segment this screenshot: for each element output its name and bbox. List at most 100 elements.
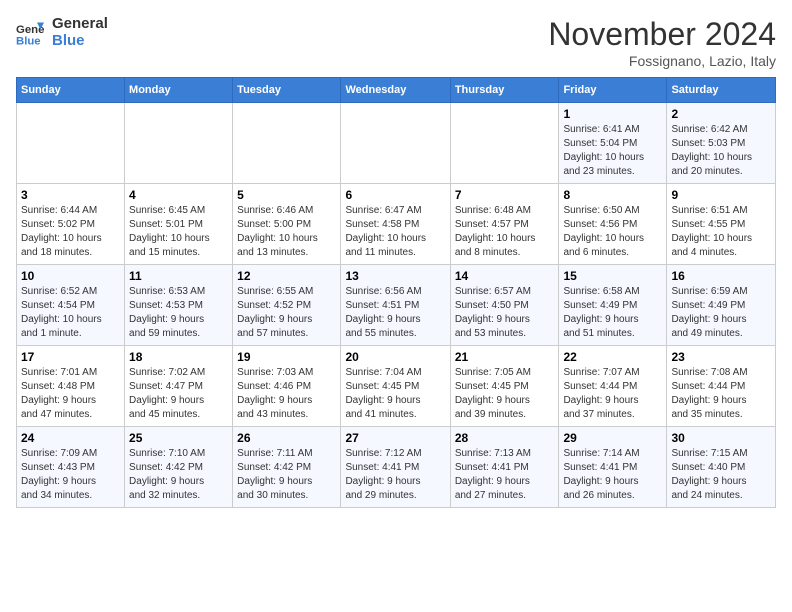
day-info: Sunrise: 6:59 AMSunset: 4:49 PMDaylight:…	[671, 285, 771, 341]
calendar-header: SundayMondayTuesdayWednesdayThursdayFrid…	[17, 78, 776, 103]
day-cell: 16Sunrise: 6:59 AMSunset: 4:49 PMDayligh…	[667, 265, 776, 346]
day-info: Sunrise: 6:46 AMSunset: 5:00 PMDaylight:…	[237, 204, 336, 260]
day-cell: 17Sunrise: 7:01 AMSunset: 4:48 PMDayligh…	[17, 346, 125, 427]
day-cell	[125, 103, 233, 184]
day-cell: 11 Sunrise: 6:53 AMSunset: 4:53 PMDayligh…	[125, 265, 233, 346]
day-info: Sunrise: 6:47 AMSunset: 4:58 PMDaylight:…	[345, 204, 445, 260]
day-info: Sunrise: 6:58 AMSunset: 4:49 PMDaylight:…	[563, 285, 662, 341]
day-number: 24	[21, 431, 120, 445]
day-info: Sunrise: 6:44 AMSunset: 5:02 PMDaylight:…	[21, 204, 120, 260]
day-cell: 20 Sunrise: 7:04 AMSunset: 4:45 PMDayligh…	[341, 346, 450, 427]
day-cell: 5 Sunrise: 6:46 AMSunset: 5:00 PMDaylight…	[233, 184, 341, 265]
weekday-header-monday: Monday	[125, 78, 233, 103]
day-cell: 6 Sunrise: 6:47 AMSunset: 4:58 PMDaylight…	[341, 184, 450, 265]
day-number: 30	[671, 431, 771, 445]
day-number: 4	[129, 188, 228, 202]
day-number: 27	[345, 431, 445, 445]
day-number: 11	[129, 269, 228, 283]
day-number: 5	[237, 188, 336, 202]
day-info: Sunrise: 6:41 AMSunset: 5:04 PMDaylight:…	[563, 123, 662, 179]
day-number: 12	[237, 269, 336, 283]
day-cell: 26Sunrise: 7:11 AMSunset: 4:42 PMDayligh…	[233, 427, 341, 508]
day-info: Sunrise: 6:52 AMSunset: 4:54 PMDaylight:…	[21, 285, 120, 341]
weekday-header-thursday: Thursday	[450, 78, 559, 103]
weekday-header-tuesday: Tuesday	[233, 78, 341, 103]
day-info: Sunrise: 7:05 AMSunset: 4:45 PMDaylight:…	[455, 366, 555, 422]
day-cell: 7 Sunrise: 6:48 AMSunset: 4:57 PMDaylight…	[450, 184, 559, 265]
day-cell	[450, 103, 559, 184]
day-cell: 25 Sunrise: 7:10 AMSunset: 4:42 PMDayligh…	[125, 427, 233, 508]
day-cell: 1 Sunrise: 6:41 AMSunset: 5:04 PMDaylight…	[559, 103, 667, 184]
day-number: 23	[671, 350, 771, 364]
day-cell	[341, 103, 450, 184]
day-info: Sunrise: 7:09 AMSunset: 4:43 PMDaylight:…	[21, 447, 120, 503]
logo: General Blue General Blue	[16, 16, 108, 49]
day-cell: 9 Sunrise: 6:51 AMSunset: 4:55 PMDaylight…	[667, 184, 776, 265]
day-number: 22	[563, 350, 662, 364]
day-number: 19	[237, 350, 336, 364]
day-number: 10	[21, 269, 120, 283]
day-info: Sunrise: 6:42 AMSunset: 5:03 PMDaylight:…	[671, 123, 771, 179]
day-cell: 12 Sunrise: 6:55 AMSunset: 4:52 PMDayligh…	[233, 265, 341, 346]
day-number: 15	[563, 269, 662, 283]
day-cell: 19 Sunrise: 7:03 AMSunset: 4:46 PMDayligh…	[233, 346, 341, 427]
day-number: 21	[455, 350, 555, 364]
day-info: Sunrise: 7:01 AMSunset: 4:48 PMDaylight:…	[21, 366, 120, 422]
day-cell: 28 Sunrise: 7:13 AMSunset: 4:41 PMDayligh…	[450, 427, 559, 508]
svg-text:Blue: Blue	[16, 35, 41, 47]
day-cell: 4Sunrise: 6:45 AMSunset: 5:01 PMDaylight…	[125, 184, 233, 265]
week-row-3: 10 Sunrise: 6:52 AMSunset: 4:54 PMDayligh…	[17, 265, 776, 346]
month-title: November 2024	[548, 16, 776, 53]
page-header: General Blue General Blue November 2024 …	[16, 16, 776, 69]
day-cell: 15 Sunrise: 6:58 AMSunset: 4:49 PMDayligh…	[559, 265, 667, 346]
day-number: 7	[455, 188, 555, 202]
day-cell	[233, 103, 341, 184]
day-info: Sunrise: 7:10 AMSunset: 4:42 PMDaylight:…	[129, 447, 228, 503]
day-info: Sunrise: 7:08 AMSunset: 4:44 PMDaylight:…	[671, 366, 771, 422]
day-cell: 24 Sunrise: 7:09 AMSunset: 4:43 PMDayligh…	[17, 427, 125, 508]
day-number: 13	[345, 269, 445, 283]
day-info: Sunrise: 6:50 AMSunset: 4:56 PMDaylight:…	[563, 204, 662, 260]
day-info: Sunrise: 6:55 AMSunset: 4:52 PMDaylight:…	[237, 285, 336, 341]
day-number: 1	[563, 107, 662, 121]
weekday-header-wednesday: Wednesday	[341, 78, 450, 103]
day-info: Sunrise: 7:14 AMSunset: 4:41 PMDaylight:…	[563, 447, 662, 503]
day-cell: 22Sunrise: 7:07 AMSunset: 4:44 PMDayligh…	[559, 346, 667, 427]
day-info: Sunrise: 6:48 AMSunset: 4:57 PMDaylight:…	[455, 204, 555, 260]
day-number: 28	[455, 431, 555, 445]
day-cell	[17, 103, 125, 184]
calendar-table: SundayMondayTuesdayWednesdayThursdayFrid…	[16, 77, 776, 508]
day-number: 9	[671, 188, 771, 202]
day-info: Sunrise: 7:13 AMSunset: 4:41 PMDaylight:…	[455, 447, 555, 503]
day-number: 8	[563, 188, 662, 202]
day-info: Sunrise: 7:02 AMSunset: 4:47 PMDaylight:…	[129, 366, 228, 422]
day-info: Sunrise: 7:03 AMSunset: 4:46 PMDaylight:…	[237, 366, 336, 422]
day-cell: 10 Sunrise: 6:52 AMSunset: 4:54 PMDayligh…	[17, 265, 125, 346]
location: Fossignano, Lazio, Italy	[548, 53, 776, 69]
day-number: 20	[345, 350, 445, 364]
week-row-4: 17Sunrise: 7:01 AMSunset: 4:48 PMDayligh…	[17, 346, 776, 427]
day-cell: 27Sunrise: 7:12 AMSunset: 4:41 PMDayligh…	[341, 427, 450, 508]
title-block: November 2024 Fossignano, Lazio, Italy	[548, 16, 776, 69]
day-info: Sunrise: 6:56 AMSunset: 4:51 PMDaylight:…	[345, 285, 445, 341]
week-row-2: 3 Sunrise: 6:44 AMSunset: 5:02 PMDaylight…	[17, 184, 776, 265]
day-cell: 2 Sunrise: 6:42 AMSunset: 5:03 PMDaylight…	[667, 103, 776, 184]
day-cell: 18Sunrise: 7:02 AMSunset: 4:47 PMDayligh…	[125, 346, 233, 427]
day-cell: 23 Sunrise: 7:08 AMSunset: 4:44 PMDayligh…	[667, 346, 776, 427]
day-info: Sunrise: 7:04 AMSunset: 4:45 PMDaylight:…	[345, 366, 445, 422]
day-number: 14	[455, 269, 555, 283]
weekday-row: SundayMondayTuesdayWednesdayThursdayFrid…	[17, 78, 776, 103]
day-number: 25	[129, 431, 228, 445]
day-number: 6	[345, 188, 445, 202]
logo-icon: General Blue	[16, 19, 44, 47]
weekday-header-friday: Friday	[559, 78, 667, 103]
day-cell: 13 Sunrise: 6:56 AMSunset: 4:51 PMDayligh…	[341, 265, 450, 346]
day-cell: 3 Sunrise: 6:44 AMSunset: 5:02 PMDaylight…	[17, 184, 125, 265]
day-cell: 21 Sunrise: 7:05 AMSunset: 4:45 PMDayligh…	[450, 346, 559, 427]
day-info: Sunrise: 6:51 AMSunset: 4:55 PMDaylight:…	[671, 204, 771, 260]
calendar-body: 1 Sunrise: 6:41 AMSunset: 5:04 PMDaylight…	[17, 103, 776, 508]
day-number: 26	[237, 431, 336, 445]
day-info: Sunrise: 6:53 AMSunset: 4:53 PMDaylight:…	[129, 285, 228, 341]
day-number: 3	[21, 188, 120, 202]
day-number: 2	[671, 107, 771, 121]
